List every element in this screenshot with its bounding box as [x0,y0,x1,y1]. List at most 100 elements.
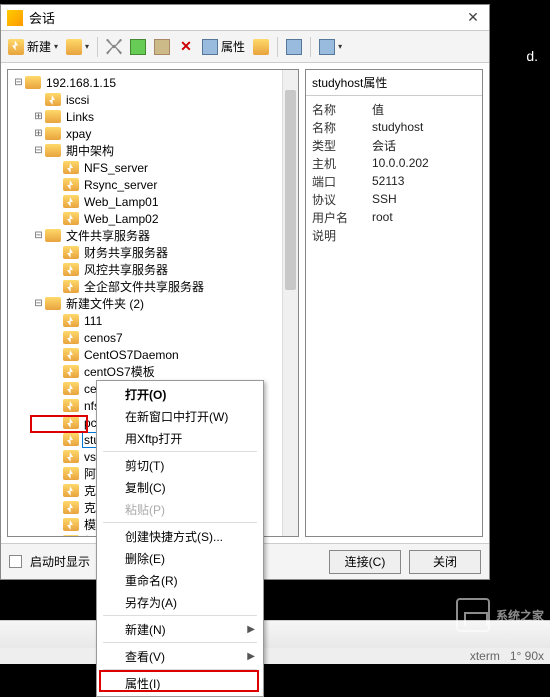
tree-item[interactable]: ⊟ 期中架构 [10,142,296,159]
menu-item[interactable]: 在新窗口中打开(W) [99,405,261,427]
delete-icon: ✕ [180,38,192,55]
separator [310,37,311,57]
tree-item[interactable]: Web_Lamp02 [10,210,296,227]
menu-item[interactable]: 属性(I) [99,672,261,694]
close-button[interactable]: ✕ [463,8,483,28]
settings-icon [286,39,302,55]
property-key: 主机 [312,155,372,172]
close-button[interactable]: 关闭 [409,550,481,574]
folder-icon [45,229,61,242]
menu-item[interactable]: 重命名(R) [99,569,261,591]
tree-label[interactable]: 文件共享服务器 [64,227,152,244]
properties-title: studyhost属性 [306,70,482,96]
properties-button[interactable]: 属性 [199,35,248,59]
menu-item[interactable]: 复制(C) [99,476,261,498]
delete-button[interactable]: ✕ [175,35,197,59]
new-icon [8,39,24,55]
menu-item[interactable]: 用Xftp打开 [99,427,261,449]
tree-item[interactable]: ⊞ Links [10,108,296,125]
tree-label[interactable]: 期中架构 [64,142,116,159]
tree-toggle[interactable]: ⊟ [32,145,45,157]
tree-toggle[interactable]: ⊟ [12,77,25,89]
tree-item[interactable]: 风控共享服务器 [10,261,296,278]
tree-item[interactable]: ⊟ 文件共享服务器 [10,227,296,244]
property-key: 类型 [312,137,372,154]
menu-item[interactable]: 打开(O) [99,383,261,405]
tree-item[interactable]: iscsi [10,91,296,108]
properties-icon [202,39,218,55]
tree-label[interactable]: NFS_server [82,161,150,175]
tree-label[interactable]: centOS7模板 [82,363,157,380]
cut-button[interactable] [103,35,125,59]
tree-item[interactable]: ⊞ xpay [10,125,296,142]
tree-item[interactable]: Web_Lamp01 [10,193,296,210]
tree-item[interactable]: CentOS7Daemon [10,346,296,363]
tree-label[interactable]: 192.168.1.15 [44,76,118,90]
header-val: 值 [372,101,384,118]
session-icon [63,178,79,191]
tree-label[interactable]: 111 [82,314,104,328]
tree-item[interactable]: centOS7模板 [10,363,296,380]
session-icon [63,433,79,446]
tree-label[interactable]: Web_Lamp02 [82,212,161,226]
tree-item[interactable]: 全企部文件共享服务器 [10,278,296,295]
tree-item[interactable]: cenos7 [10,329,296,346]
session-icon [63,280,79,293]
separator [97,37,98,57]
tree-item[interactable]: NFS_server [10,159,296,176]
tree-item[interactable]: ⊟ 新建文件夹 (2) [10,295,296,312]
folder-icon [253,39,269,55]
session-icon [63,467,79,480]
copy-button[interactable] [127,35,149,59]
submenu-arrow-icon: ▶ [247,651,255,662]
session-icon [63,212,79,225]
property-key: 说明 [312,227,372,244]
app-icon [7,10,23,26]
tree-label[interactable]: Rsync_server [82,178,159,192]
tree-toggle[interactable]: ⊟ [32,230,45,242]
paste-button[interactable] [151,35,173,59]
tree-label[interactable]: 新建文件夹 (2) [64,295,146,312]
tree-label[interactable]: Web_Lamp01 [82,195,161,209]
menu-item[interactable]: 创建快捷方式(S)... [99,525,261,547]
menu-item[interactable]: 剪切(T) [99,454,261,476]
toolbar-button[interactable]: ▾ [63,35,92,59]
tree-label[interactable]: 风控共享服务器 [82,261,170,278]
toolbar-button[interactable] [283,35,305,59]
tree-label[interactable]: CentOS7Daemon [82,348,181,362]
tree-label[interactable]: cenos7 [82,331,125,345]
tree-label[interactable]: Links [64,110,96,124]
new-button[interactable]: 新建 ▾ [5,35,61,59]
tree-label[interactable]: 财务共享服务器 [82,244,170,261]
submenu-arrow-icon: ▶ [247,624,255,635]
menu-item[interactable]: 新建(N)▶ [99,618,261,640]
browse-button[interactable] [250,35,272,59]
property-row: 协议SSH [312,190,476,208]
tree-label[interactable]: iscsi [64,93,91,107]
connect-button[interactable]: 连接(C) [329,550,401,574]
property-row: 名称studyhost [312,118,476,136]
tree-item[interactable]: Rsync_server [10,176,296,193]
startup-checkbox[interactable] [9,555,22,568]
tree-root-item[interactable]: ⊟ 192.168.1.15 [10,74,296,91]
property-row: 端口52113 [312,172,476,190]
chevron-down-icon: ▾ [54,42,58,51]
scrollbar[interactable] [282,70,298,536]
menu-label: 剪切(T) [125,457,164,474]
tree-label[interactable]: xpay [64,127,93,141]
menu-item[interactable]: 删除(E) [99,547,261,569]
tree-toggle[interactable]: ⊟ [32,298,45,310]
tree-toggle[interactable]: ⊞ [32,111,45,123]
menu-item[interactable]: 另存为(A) [99,591,261,613]
tree-label[interactable]: 全企部文件共享服务器 [82,278,206,295]
property-row: 说明 [312,226,476,244]
menu-separator [103,669,257,670]
menu-label: 复制(C) [125,479,166,496]
scrollbar-thumb[interactable] [285,90,296,290]
tree-item[interactable]: 111 [10,312,296,329]
view-button[interactable]: ▾ [316,35,345,59]
titlebar[interactable]: 会话 ✕ [1,5,489,31]
tree-item[interactable]: 财务共享服务器 [10,244,296,261]
menu-label: 打开(O) [125,386,166,403]
tree-toggle[interactable]: ⊞ [32,128,45,140]
